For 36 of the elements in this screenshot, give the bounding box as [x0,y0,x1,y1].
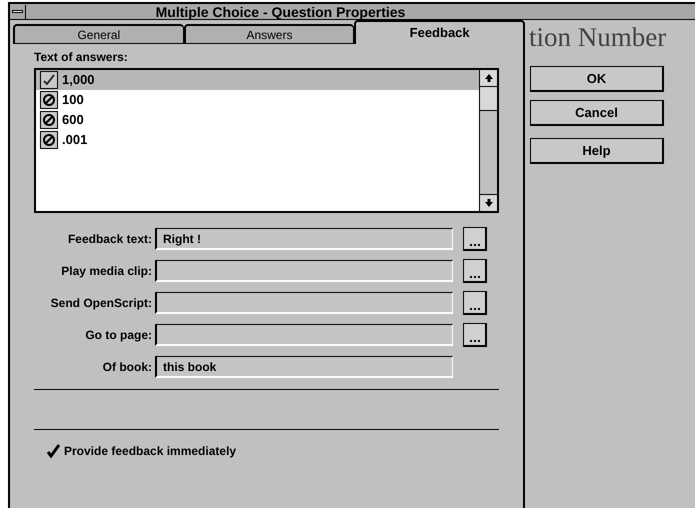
scroll-down-icon[interactable] [480,194,497,211]
text-field[interactable] [155,292,453,314]
checkbox[interactable] [46,444,60,458]
field-label: Play media clip: [60,263,153,280]
dialog-button[interactable]: Cancel [530,100,664,126]
tab[interactable]: Answers [184,24,354,44]
scroll-thumb[interactable] [480,87,497,111]
checkbox-label: Provide feedback immediately [64,443,236,460]
dialog-button[interactable]: OK [530,66,664,92]
field-label: Send OpenScript: [50,295,153,312]
scrollbar[interactable] [479,70,497,211]
browse-button[interactable] [463,291,487,315]
check-icon [40,71,58,89]
dialog-button[interactable]: Help [530,138,664,164]
browse-button[interactable] [463,227,487,251]
tab[interactable]: Feedback [354,20,526,44]
text-field[interactable] [155,260,453,282]
answer-row[interactable]: 1,000 [36,70,479,90]
answers-list[interactable]: 1,000 100 600 .001 [34,68,499,213]
no-sign-icon [40,91,58,109]
no-sign-icon [40,111,58,129]
field-label: Of book: [102,359,153,376]
text-field[interactable] [155,324,453,346]
tab[interactable]: General [13,24,184,44]
browse-button[interactable] [463,259,487,283]
no-sign-icon [40,131,58,149]
field-label: Go to page: [84,327,153,344]
background-text: tion Number [529,22,666,52]
window-title: Multiple Choice - Question Properties [154,4,406,20]
text-field[interactable]: Right ! [155,228,453,250]
browse-button[interactable] [463,323,487,347]
text-field[interactable]: this book [155,356,453,378]
scroll-up-icon[interactable] [480,70,497,87]
field-label: Feedback text: [66,231,153,248]
list-label: Text of answers: [34,49,129,66]
system-menu-button[interactable] [10,4,26,18]
